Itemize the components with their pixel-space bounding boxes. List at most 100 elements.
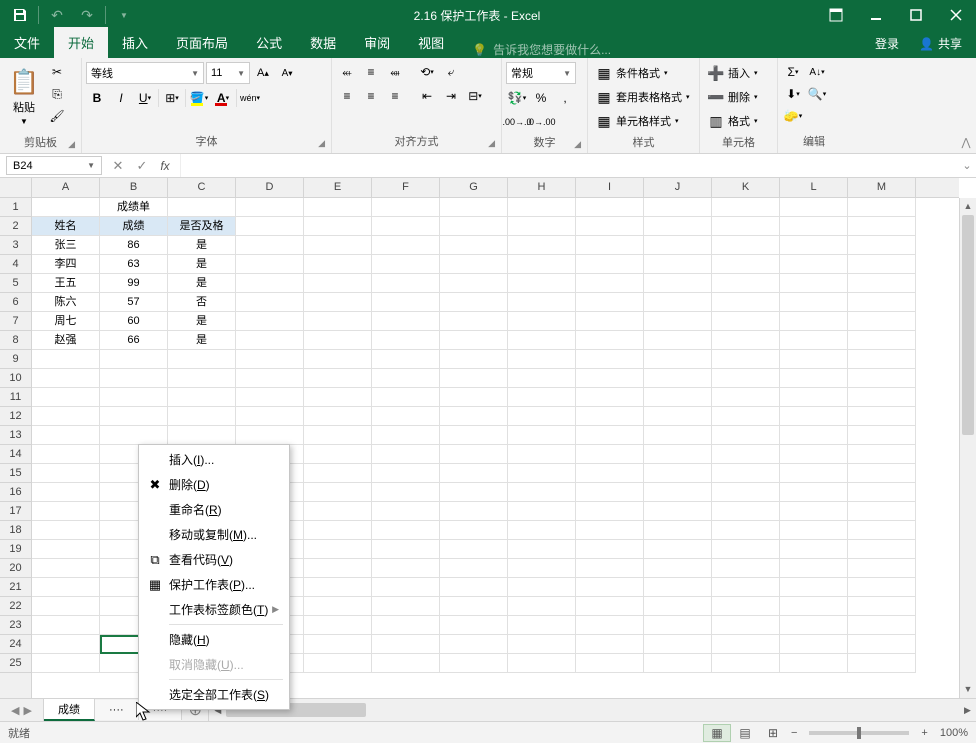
cell[interactable] [372, 407, 440, 426]
cell[interactable] [304, 217, 372, 236]
cell[interactable] [508, 502, 576, 521]
cell[interactable] [372, 464, 440, 483]
cell[interactable] [32, 483, 100, 502]
cell[interactable] [780, 369, 848, 388]
row-header-21[interactable]: 21 [0, 578, 31, 597]
row-header-17[interactable]: 17 [0, 502, 31, 521]
cell[interactable] [32, 578, 100, 597]
cell[interactable] [712, 654, 780, 673]
font-launcher[interactable]: ◢ [318, 138, 325, 149]
cell[interactable] [848, 578, 916, 597]
increase-font-button[interactable]: A▴ [252, 63, 274, 83]
cell[interactable] [440, 445, 508, 464]
cell[interactable] [712, 388, 780, 407]
cell[interactable] [32, 635, 100, 654]
cell[interactable] [304, 293, 372, 312]
align-top-button[interactable]: ⬴ [336, 62, 358, 82]
cell[interactable] [712, 616, 780, 635]
cell[interactable] [644, 521, 712, 540]
cell[interactable] [236, 293, 304, 312]
cell[interactable] [236, 255, 304, 274]
row-header-1[interactable]: 1 [0, 198, 31, 217]
column-header-M[interactable]: M [848, 178, 916, 197]
redo-button[interactable]: ↷ [73, 2, 101, 28]
cell[interactable] [372, 597, 440, 616]
cell[interactable] [440, 540, 508, 559]
page-layout-view-button[interactable]: ▤ [731, 724, 759, 742]
clipboard-launcher[interactable]: ◢ [68, 139, 75, 150]
cell[interactable] [508, 198, 576, 217]
cell[interactable] [712, 350, 780, 369]
cell[interactable] [780, 407, 848, 426]
cell[interactable] [848, 464, 916, 483]
cell[interactable] [848, 521, 916, 540]
cell[interactable] [32, 654, 100, 673]
cell[interactable] [32, 502, 100, 521]
insert-cells-button[interactable]: ➕插入▾ [704, 62, 762, 84]
cell[interactable]: 是 [168, 274, 236, 293]
cell[interactable] [576, 388, 644, 407]
cell[interactable] [576, 331, 644, 350]
wrap-text-button[interactable]: ⤶ [440, 62, 462, 82]
cell[interactable] [440, 464, 508, 483]
cell[interactable] [644, 388, 712, 407]
clear-button[interactable]: 🧽▾ [782, 106, 804, 126]
cell[interactable] [712, 597, 780, 616]
cell[interactable] [712, 369, 780, 388]
cell[interactable] [644, 578, 712, 597]
cell[interactable]: 赵强 [32, 331, 100, 350]
number-format-combo[interactable]: 常规▼ [506, 62, 576, 84]
cell[interactable] [304, 521, 372, 540]
cell[interactable] [440, 426, 508, 445]
cell[interactable] [576, 236, 644, 255]
cell[interactable] [848, 654, 916, 673]
cell[interactable] [644, 597, 712, 616]
cell[interactable] [712, 217, 780, 236]
cell[interactable] [644, 217, 712, 236]
cell[interactable] [304, 236, 372, 255]
cell[interactable]: 60 [100, 312, 168, 331]
cell[interactable] [712, 502, 780, 521]
cell[interactable] [848, 369, 916, 388]
cell[interactable] [780, 597, 848, 616]
cell[interactable] [644, 616, 712, 635]
cell[interactable] [304, 654, 372, 673]
cell[interactable] [236, 369, 304, 388]
cell[interactable]: 否 [168, 293, 236, 312]
cell[interactable]: 86 [100, 236, 168, 255]
cell[interactable] [576, 521, 644, 540]
row-header-24[interactable]: 24 [0, 635, 31, 654]
column-header-G[interactable]: G [440, 178, 508, 197]
cell[interactable]: 66 [100, 331, 168, 350]
cell[interactable] [712, 236, 780, 255]
context-menu-item[interactable]: ▦保护工作表(P)... [141, 572, 287, 597]
cell[interactable] [712, 331, 780, 350]
cell[interactable] [712, 464, 780, 483]
cell[interactable] [508, 578, 576, 597]
zoom-slider[interactable] [809, 731, 909, 735]
cell[interactable] [780, 464, 848, 483]
vertical-scrollbar[interactable]: ▲ ▼ [959, 198, 976, 698]
zoom-level[interactable]: 100% [940, 727, 968, 739]
cell[interactable] [236, 407, 304, 426]
cell[interactable] [304, 255, 372, 274]
row-header-22[interactable]: 22 [0, 597, 31, 616]
cell[interactable] [440, 483, 508, 502]
cell[interactable] [304, 559, 372, 578]
cell[interactable] [372, 331, 440, 350]
cell[interactable] [32, 350, 100, 369]
cell[interactable] [32, 597, 100, 616]
context-menu-item[interactable]: 移动或复制(M)... [141, 522, 287, 547]
cell[interactable] [372, 388, 440, 407]
cell[interactable] [848, 274, 916, 293]
cell[interactable] [712, 426, 780, 445]
fx-icon[interactable]: fx [154, 159, 176, 173]
cell[interactable] [576, 293, 644, 312]
paste-button[interactable]: 📋 粘贴 ▼ [4, 62, 44, 132]
cell[interactable] [304, 616, 372, 635]
phonetic-button[interactable]: wén▾ [239, 88, 261, 108]
cell[interactable] [644, 407, 712, 426]
cell[interactable] [236, 331, 304, 350]
cell[interactable] [508, 236, 576, 255]
cell[interactable] [644, 236, 712, 255]
